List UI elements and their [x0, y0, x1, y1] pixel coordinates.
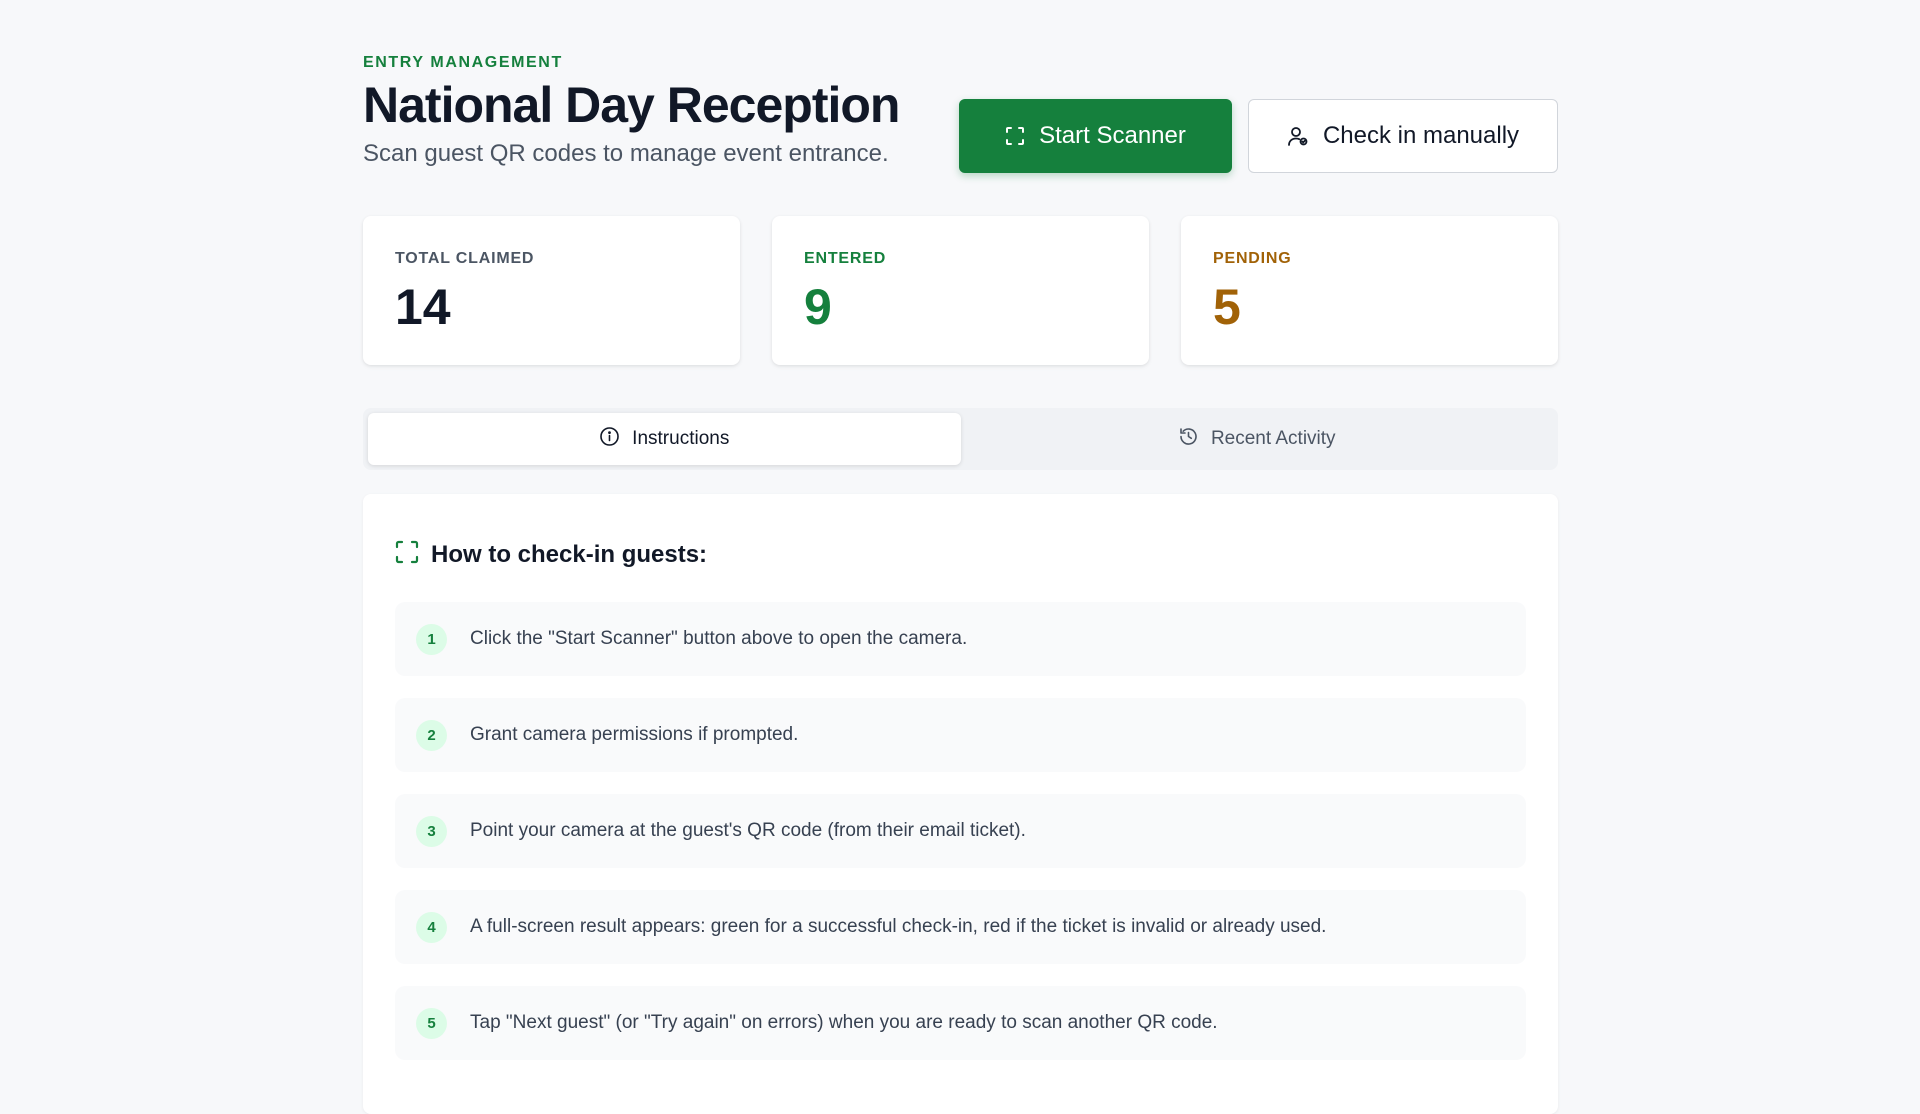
- step-number-badge: 1: [416, 623, 447, 655]
- stat-label: TOTAL CLAIMED: [395, 250, 535, 267]
- stat-card-pending: PENDING 5: [1181, 216, 1558, 365]
- step-number-badge: 5: [416, 1007, 447, 1039]
- step-number-badge: 2: [416, 719, 447, 751]
- page-title: National Day Reception: [363, 77, 900, 133]
- stat-value: 5: [1213, 279, 1241, 335]
- entry-management-page: ENTRY MANAGEMENT National Day Reception …: [363, 0, 1558, 1114]
- instruction-step: 2 Grant camera permissions if prompted.: [395, 698, 1526, 772]
- page-subtitle: Scan guest QR codes to manage event entr…: [363, 140, 889, 167]
- stat-card-entered: ENTERED 9: [772, 216, 1149, 365]
- step-text: Point your camera at the guest's QR code…: [470, 820, 1026, 841]
- step-text: Tap "Next guest" (or "Try again" on erro…: [470, 1012, 1218, 1033]
- instruction-steps-list: 1 Click the "Start Scanner" button above…: [395, 602, 1526, 1060]
- history-icon: [1178, 426, 1199, 453]
- instruction-step: 5 Tap "Next guest" (or "Try again" on er…: [395, 986, 1526, 1060]
- stat-label: PENDING: [1213, 250, 1292, 267]
- instruction-step: 1 Click the "Start Scanner" button above…: [395, 602, 1526, 676]
- step-number-badge: 4: [416, 911, 447, 943]
- tab-bar: Instructions Recent Activity: [363, 408, 1558, 470]
- tab-recent-activity[interactable]: Recent Activity: [961, 413, 1554, 465]
- page-header: ENTRY MANAGEMENT National Day Reception …: [363, 0, 1558, 200]
- stat-card-total-claimed: TOTAL CLAIMED 14: [363, 216, 740, 365]
- step-text: A full-screen result appears: green for …: [470, 916, 1327, 937]
- stat-value: 9: [804, 279, 832, 335]
- start-scanner-label: Start Scanner: [1039, 122, 1186, 149]
- scan-icon: [395, 540, 419, 571]
- stat-label: ENTERED: [804, 250, 887, 267]
- step-text: Grant camera permissions if prompted.: [470, 724, 799, 745]
- instructions-heading-text: How to check-in guests:: [431, 541, 708, 568]
- section-eyebrow: ENTRY MANAGEMENT: [363, 54, 563, 71]
- start-scanner-button[interactable]: Start Scanner: [959, 99, 1232, 173]
- user-check-icon: [1287, 125, 1309, 147]
- stat-value: 14: [395, 279, 451, 335]
- stats-row: TOTAL CLAIMED 14 ENTERED 9 PENDING 5: [363, 216, 1558, 365]
- step-number-badge: 3: [416, 815, 447, 847]
- tab-instructions[interactable]: Instructions: [368, 413, 961, 465]
- instruction-step: 4 A full-screen result appears: green fo…: [395, 890, 1526, 964]
- instructions-heading: How to check-in guests:: [395, 540, 1526, 570]
- step-text: Click the "Start Scanner" button above t…: [470, 628, 968, 649]
- scan-icon: [1005, 126, 1025, 146]
- tab-label: Recent Activity: [1210, 428, 1336, 449]
- info-icon: [599, 426, 620, 453]
- instruction-step: 3 Point your camera at the guest's QR co…: [395, 794, 1526, 868]
- check-in-manually-label: Check in manually: [1322, 122, 1520, 149]
- tab-label: Instructions: [632, 428, 730, 449]
- instructions-panel: How to check-in guests: 1 Click the "Sta…: [363, 494, 1558, 1114]
- check-in-manually-button[interactable]: Check in manually: [1248, 99, 1558, 173]
